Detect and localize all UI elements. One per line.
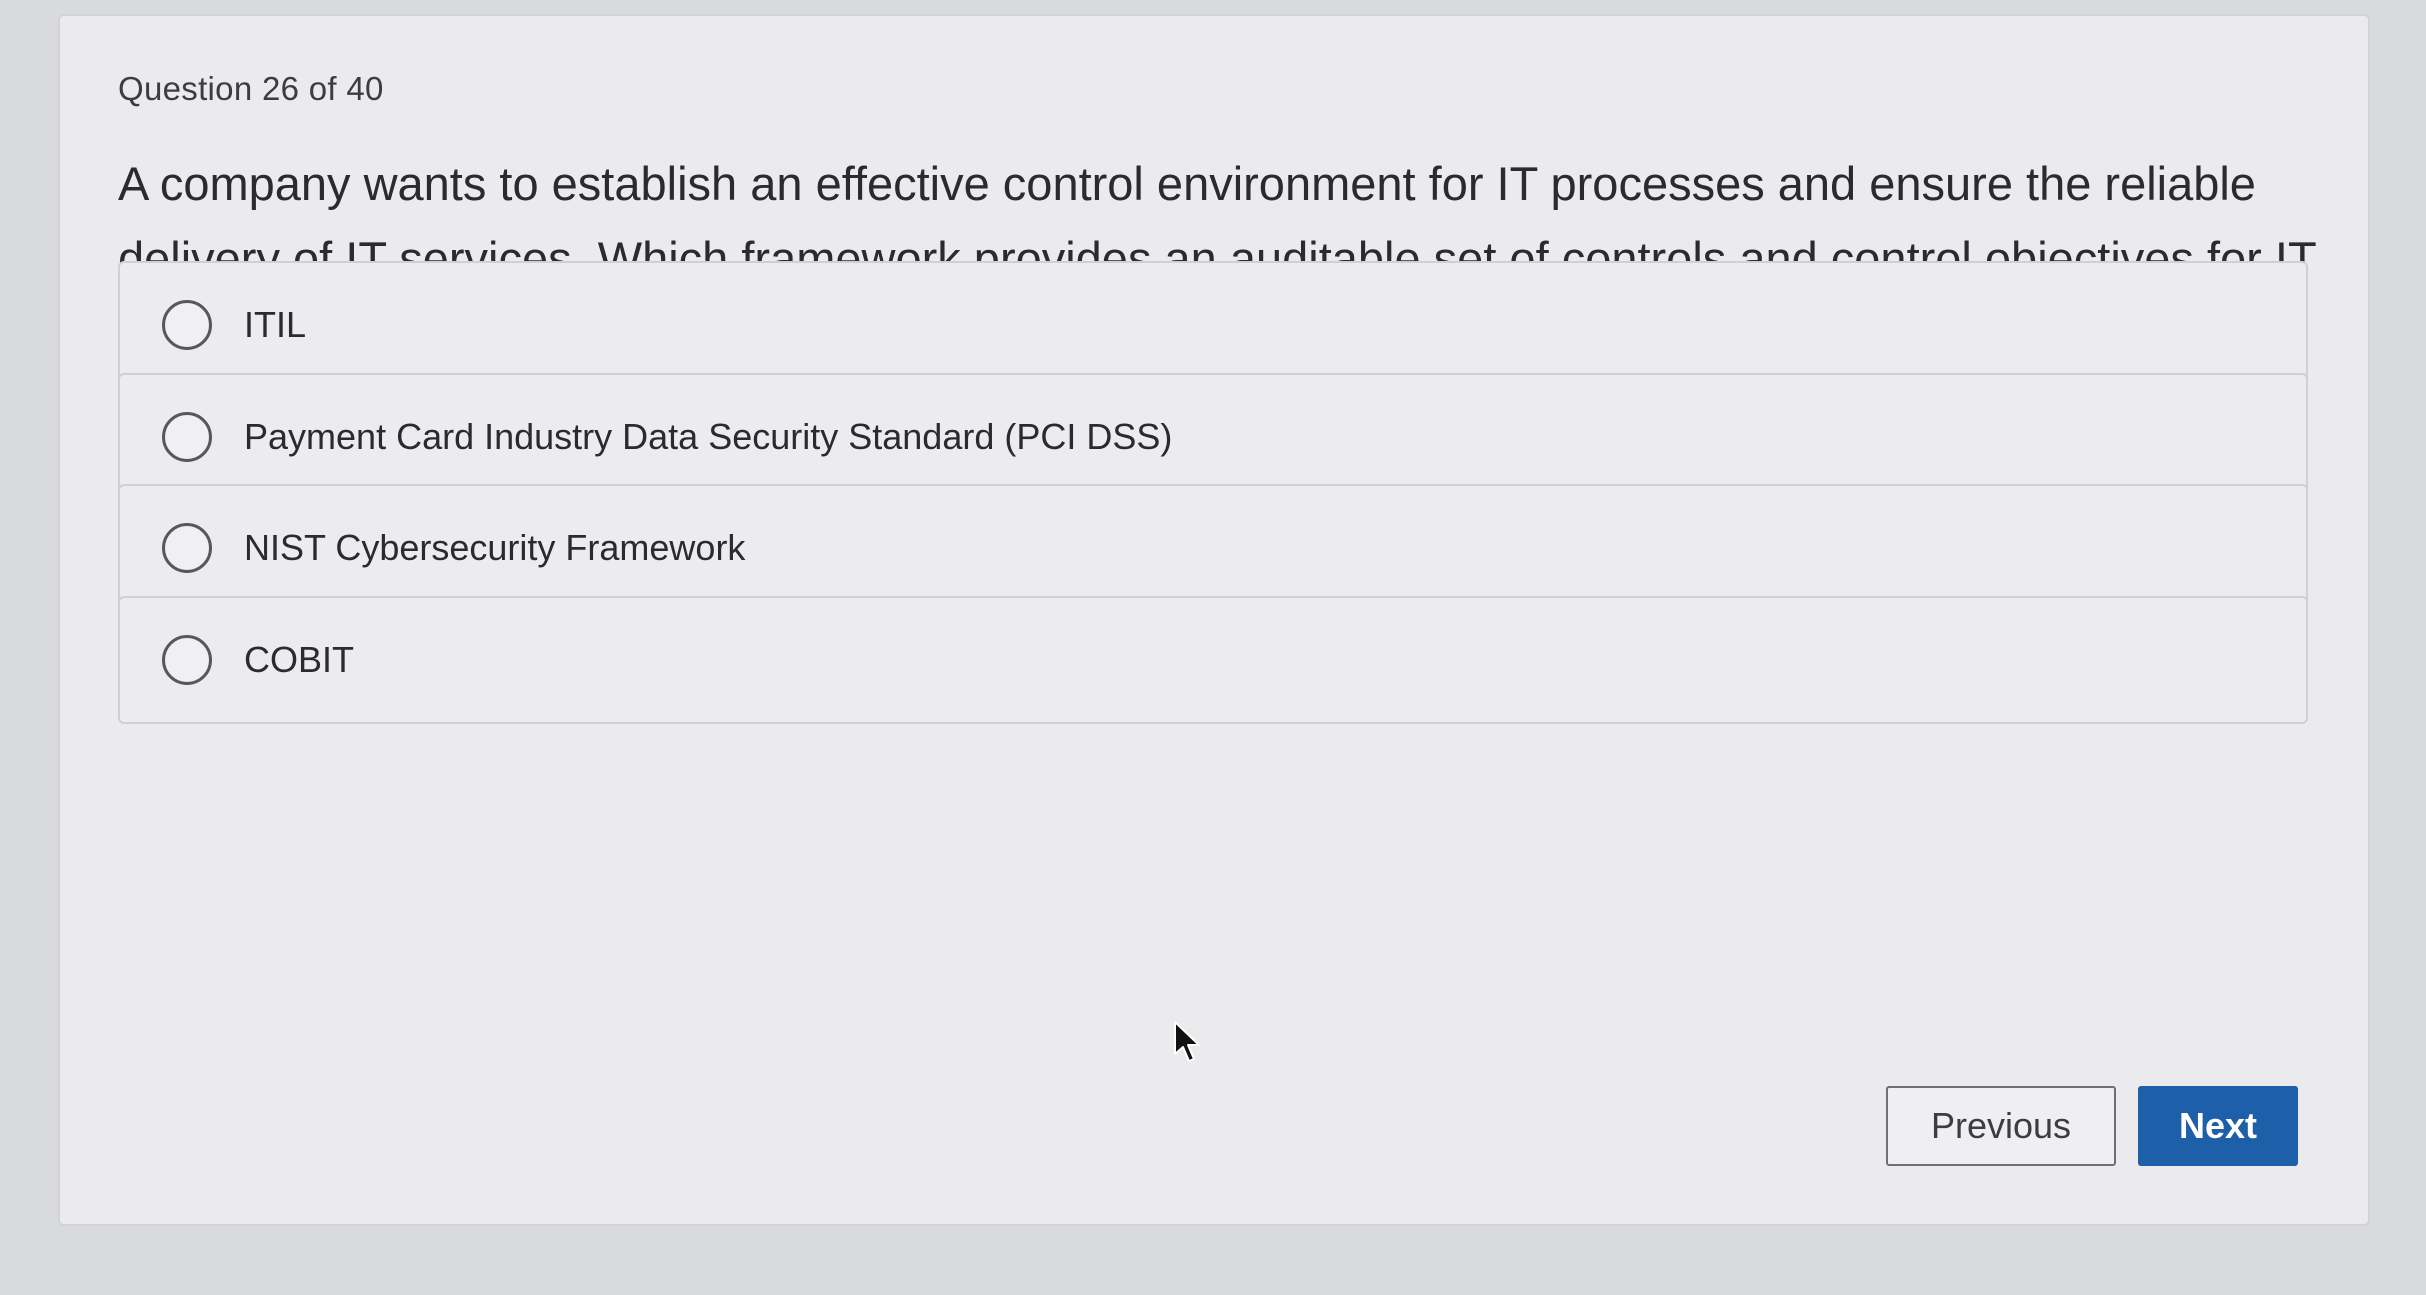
radio-unselected-icon[interactable] <box>162 412 212 462</box>
mouse-pointer-icon <box>1174 1021 1200 1062</box>
question-card: Question 26 of 40 A company wants to est… <box>58 14 2370 1226</box>
radio-unselected-icon[interactable] <box>162 523 212 573</box>
radio-unselected-icon[interactable] <box>162 300 212 350</box>
previous-button[interactable]: Previous <box>1886 1086 2116 1166</box>
next-button[interactable]: Next <box>2138 1086 2298 1166</box>
option-itil[interactable]: ITIL <box>118 261 2308 389</box>
option-label: Payment Card Industry Data Security Stan… <box>244 416 1173 457</box>
option-label: COBIT <box>244 639 355 680</box>
option-label: ITIL <box>244 304 307 345</box>
question-counter: Question 26 of 40 <box>118 70 384 107</box>
option-label: NIST Cybersecurity Framework <box>244 527 746 568</box>
option-cobit[interactable]: COBIT <box>118 596 2308 724</box>
option-nist-csf[interactable]: NIST Cybersecurity Framework <box>118 484 2308 612</box>
option-pci-dss[interactable]: Payment Card Industry Data Security Stan… <box>118 373 2308 501</box>
radio-unselected-icon[interactable] <box>162 635 212 685</box>
